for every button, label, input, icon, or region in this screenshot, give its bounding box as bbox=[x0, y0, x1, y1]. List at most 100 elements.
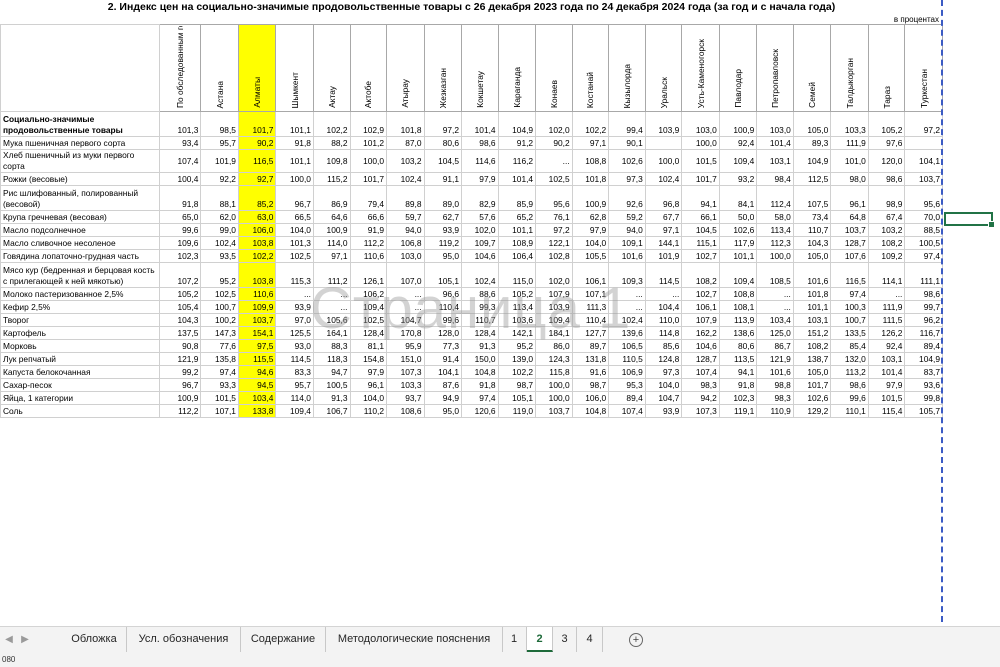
table-cell[interactable]: 105,2 bbox=[159, 287, 202, 301]
table-cell[interactable]: 77,3 bbox=[423, 339, 463, 353]
table-cell[interactable]: 87,6 bbox=[423, 378, 463, 392]
table-cell[interactable]: 81,1 bbox=[349, 339, 388, 353]
table-cell[interactable]: 114,0 bbox=[312, 236, 351, 250]
table-cell[interactable]: 138,6 bbox=[718, 326, 758, 340]
table-cell[interactable]: 107,9 bbox=[535, 287, 573, 301]
table-cell[interactable]: 103,9 bbox=[644, 111, 683, 137]
row-label[interactable]: Морковь bbox=[0, 339, 161, 353]
table-cell[interactable]: 103,1 bbox=[867, 352, 906, 366]
table-cell[interactable]: 76,1 bbox=[535, 210, 573, 224]
sheet-tab[interactable]: Усл. обозначения bbox=[127, 627, 241, 652]
table-cell[interactable]: 129,2 bbox=[792, 404, 832, 418]
table-cell[interactable]: 103,7 bbox=[830, 223, 869, 237]
table-cell[interactable]: 109,4 bbox=[349, 300, 388, 314]
table-cell[interactable]: 107,4 bbox=[159, 149, 202, 173]
table-cell[interactable]: 128,4 bbox=[461, 326, 499, 340]
table-cell[interactable]: 93,6 bbox=[904, 378, 943, 392]
table-cell[interactable]: 114,8 bbox=[644, 326, 683, 340]
table-cell[interactable]: 104,0 bbox=[644, 378, 683, 392]
table-cell[interactable]: 154,8 bbox=[349, 352, 388, 366]
table-cell[interactable]: ... bbox=[386, 287, 425, 301]
table-cell[interactable]: 95,9 bbox=[386, 339, 425, 353]
table-cell[interactable]: 109,4 bbox=[535, 313, 573, 327]
table-cell[interactable]: 107,2 bbox=[159, 262, 202, 288]
table-cell[interactable]: 98,0 bbox=[830, 172, 869, 186]
column-header[interactable]: Актау bbox=[312, 24, 351, 112]
table-cell[interactable]: 110,9 bbox=[756, 404, 794, 418]
table-cell[interactable]: 89,0 bbox=[423, 185, 463, 211]
table-cell[interactable]: 99,8 bbox=[904, 391, 943, 405]
table-cell[interactable]: 102,7 bbox=[681, 287, 720, 301]
table-cell[interactable]: 114,5 bbox=[275, 352, 314, 366]
table-cell[interactable]: 59,7 bbox=[386, 210, 425, 224]
table-cell[interactable]: 111,9 bbox=[830, 136, 869, 150]
table-cell[interactable]: 82,9 bbox=[461, 185, 499, 211]
table-cell[interactable]: ... bbox=[644, 287, 683, 301]
table-cell[interactable]: 101,7 bbox=[237, 111, 277, 137]
table-cell[interactable]: 98,3 bbox=[681, 378, 720, 392]
table-cell[interactable]: 112,4 bbox=[756, 185, 794, 211]
table-cell[interactable]: 107,9 bbox=[681, 313, 720, 327]
table-cell[interactable]: 102,6 bbox=[792, 391, 832, 405]
table-cell[interactable]: 104,6 bbox=[461, 249, 499, 263]
table-cell[interactable]: 100,0 bbox=[535, 378, 573, 392]
table-cell[interactable]: 85,4 bbox=[830, 339, 869, 353]
table-cell[interactable]: 106,1 bbox=[571, 262, 610, 288]
table-cell[interactable]: 101,4 bbox=[867, 365, 906, 379]
sheet-tab[interactable]: Методологические пояснения bbox=[326, 627, 503, 652]
table-cell[interactable]: 103,7 bbox=[237, 313, 277, 327]
table-cell[interactable]: 112,2 bbox=[349, 236, 388, 250]
table-cell[interactable]: 142,1 bbox=[497, 326, 537, 340]
table-cell[interactable]: 85,2 bbox=[237, 185, 277, 211]
table-cell[interactable]: 93,4 bbox=[159, 136, 202, 150]
table-cell[interactable]: 80,6 bbox=[718, 339, 758, 353]
row-label[interactable]: Мясо кур (бедренная и берцовая кость с п… bbox=[0, 262, 161, 288]
table-cell[interactable]: 105,2 bbox=[867, 111, 906, 137]
table-cell[interactable]: 103,1 bbox=[756, 149, 794, 173]
table-cell[interactable]: 96,2 bbox=[904, 313, 943, 327]
table-cell[interactable]: 101,9 bbox=[644, 249, 683, 263]
table-cell[interactable]: 62,8 bbox=[571, 210, 610, 224]
table-cell[interactable]: 115,0 bbox=[497, 262, 537, 288]
table-cell[interactable]: 102,2 bbox=[312, 111, 351, 137]
table-cell[interactable]: 103,7 bbox=[904, 172, 943, 186]
table-cell[interactable]: 83,3 bbox=[275, 365, 314, 379]
table-cell[interactable]: 115,1 bbox=[681, 236, 720, 250]
table-cell[interactable]: 97,1 bbox=[571, 136, 610, 150]
sheet-tab[interactable]: 3 bbox=[553, 627, 577, 652]
table-cell[interactable]: 99,4 bbox=[608, 111, 646, 137]
table-cell[interactable]: 108,5 bbox=[756, 262, 794, 288]
table-cell[interactable]: 77,6 bbox=[200, 339, 239, 353]
table-cell[interactable]: 101,4 bbox=[497, 172, 537, 186]
table-cell[interactable]: 115,4 bbox=[867, 404, 906, 418]
table-cell[interactable]: 170,8 bbox=[386, 326, 425, 340]
table-cell[interactable]: 151,0 bbox=[386, 352, 425, 366]
sheet-tab[interactable]: 2 bbox=[527, 627, 553, 652]
table-cell[interactable]: 101,1 bbox=[497, 223, 537, 237]
table-cell[interactable]: ... bbox=[608, 300, 646, 314]
table-cell[interactable]: 100,3 bbox=[830, 300, 869, 314]
table-cell[interactable]: 86,7 bbox=[756, 339, 794, 353]
table-cell[interactable]: 117,9 bbox=[718, 236, 758, 250]
table-cell[interactable]: ... bbox=[312, 300, 351, 314]
table-cell[interactable]: 96,1 bbox=[349, 378, 388, 392]
table-cell[interactable]: 101,6 bbox=[792, 262, 832, 288]
table-cell[interactable]: 113,5 bbox=[718, 352, 758, 366]
table-cell[interactable]: 97,9 bbox=[349, 365, 388, 379]
table-cell[interactable]: 119,1 bbox=[718, 404, 758, 418]
table-cell[interactable]: 110,5 bbox=[608, 352, 646, 366]
table-cell[interactable]: 106,5 bbox=[608, 339, 646, 353]
table-cell[interactable]: 89,3 bbox=[792, 136, 832, 150]
table-cell[interactable]: 100,7 bbox=[830, 313, 869, 327]
table-cell[interactable]: 100,7 bbox=[200, 300, 239, 314]
table-cell[interactable]: 100,0 bbox=[644, 149, 683, 173]
table-cell[interactable]: 126,1 bbox=[349, 262, 388, 288]
table-cell[interactable]: 110,6 bbox=[349, 249, 388, 263]
table-cell[interactable]: 109,7 bbox=[461, 236, 499, 250]
table-cell[interactable]: 121,9 bbox=[159, 352, 202, 366]
table-cell[interactable]: 103,0 bbox=[386, 249, 425, 263]
table-cell[interactable]: 104,0 bbox=[349, 391, 388, 405]
table-cell[interactable]: 132,0 bbox=[830, 352, 869, 366]
table-cell[interactable]: 108,6 bbox=[386, 404, 425, 418]
table-cell[interactable]: 88,1 bbox=[200, 185, 239, 211]
